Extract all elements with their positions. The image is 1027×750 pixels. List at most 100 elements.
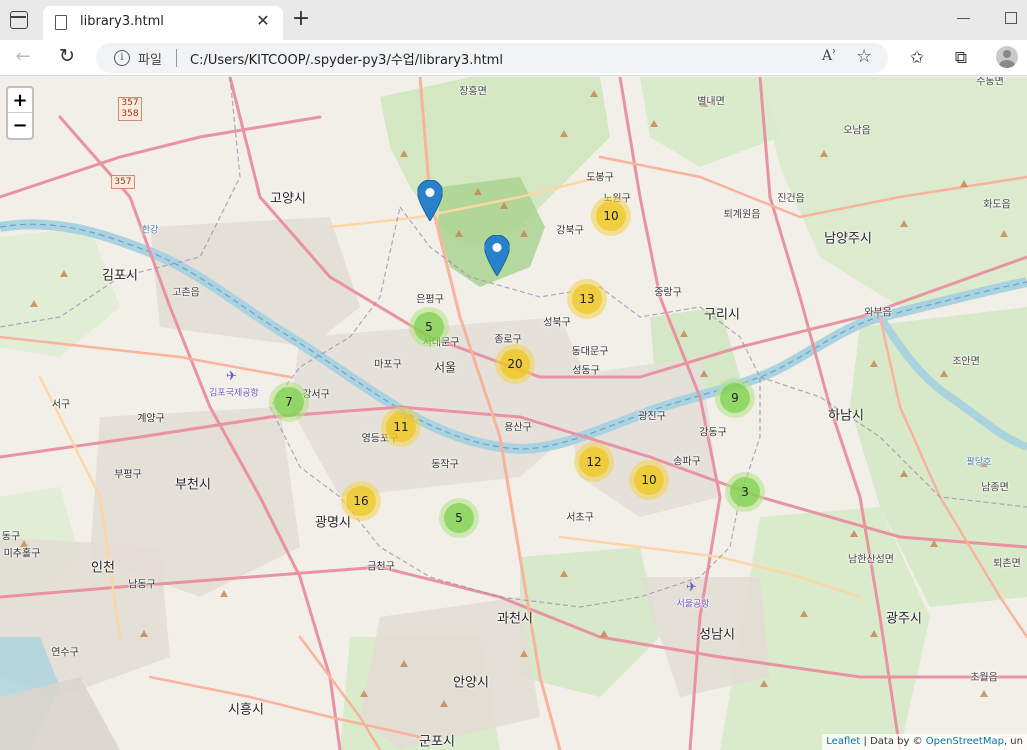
back-button[interactable]: ← — [12, 46, 34, 67]
place-label: 연수구 — [51, 647, 79, 659]
place-label: 마포구 — [374, 359, 402, 371]
place-label: 서초구 — [566, 512, 594, 524]
marker-cluster[interactable]: 3 — [725, 472, 765, 512]
favorites-icon[interactable]: ✩ — [906, 48, 928, 68]
place-label: 퇴촌면 — [993, 558, 1021, 570]
place-label: 성북구 — [543, 317, 571, 329]
place-label: 하남시 — [828, 408, 864, 424]
place-label: 과천시 — [497, 611, 533, 627]
place-label: 퇴계원읍 — [723, 209, 761, 221]
map-container[interactable]: 357 358 357 고양시 김포시 남양주시 구리시 하남시 부천시 광명시… — [0, 77, 1027, 750]
place-label: 남양주시 — [824, 231, 872, 247]
zoom-in-button[interactable]: + — [8, 88, 32, 113]
place-label: 남동구 — [128, 579, 156, 591]
marker-cluster[interactable]: 16 — [341, 481, 381, 521]
place-label: 별내면 — [697, 96, 725, 108]
place-label: 부평구 — [114, 469, 142, 481]
cluster-count: 12 — [579, 447, 609, 477]
cluster-count: 16 — [346, 486, 376, 516]
tab-strip: library3.html ✕ + — [0, 0, 1027, 40]
place-label: 계양구 — [137, 413, 165, 425]
place-label: 화도읍 — [983, 199, 1011, 211]
place-label: 도봉구 — [586, 172, 614, 184]
read-aloud-icon[interactable]: Aʾ — [822, 48, 836, 64]
place-label: 동작구 — [431, 459, 459, 471]
marker-cluster[interactable]: 10 — [591, 196, 631, 236]
collections-icon[interactable]: ⧉ — [950, 48, 972, 68]
route-number: 358 — [121, 109, 139, 119]
scheme-label: 파일 — [138, 53, 162, 68]
airport-icon: ✈ — [226, 369, 237, 384]
place-label: 수동면 — [976, 77, 1004, 88]
marker-cluster[interactable]: 5 — [409, 307, 449, 347]
file-icon — [55, 15, 67, 30]
address-bar[interactable]: i 파일 C:/Users/KITCOOP/.spyder-py3/수업/lib… — [96, 43, 888, 73]
add-favorite-icon[interactable]: ☆ — [856, 46, 872, 67]
marker-cluster[interactable]: 10 — [629, 460, 669, 500]
place-label: 서구 — [51, 399, 71, 411]
place-label: 구리시 — [704, 307, 740, 323]
place-label: 동구 — [1, 531, 21, 543]
place-label: 송파구 — [673, 456, 701, 468]
cluster-count: 11 — [386, 412, 416, 442]
route-number: 357 — [121, 98, 139, 108]
place-label: 성동구 — [572, 365, 600, 377]
cluster-count: 20 — [500, 349, 530, 379]
place-label: 중랑구 — [654, 287, 682, 299]
place-label: 와부읍 — [864, 307, 892, 319]
place-label: 광진구 — [638, 411, 666, 423]
profile-avatar[interactable] — [996, 46, 1018, 68]
attribution-text: | Data by © — [860, 736, 926, 747]
airport-icon: ✈ — [686, 580, 697, 595]
cluster-count: 3 — [730, 477, 760, 507]
place-label: 군포시 — [419, 734, 455, 750]
place-label: 서울 — [433, 360, 457, 375]
place-label: 미추홀구 — [3, 548, 41, 560]
map-marker-icon[interactable] — [417, 180, 443, 221]
place-label: 진건읍 — [777, 193, 805, 205]
place-label: 김포시 — [102, 268, 138, 284]
toolbar: ← ↻ i 파일 C:/Users/KITCOOP/.spyder-py3/수업… — [0, 40, 1027, 76]
place-label: 용산구 — [504, 422, 532, 434]
place-label: 강북구 — [556, 225, 584, 237]
cluster-count: 9 — [720, 383, 750, 413]
place-label: 안양시 — [453, 675, 489, 691]
maximize-window-button[interactable] — [1005, 12, 1017, 24]
place-label: 부천시 — [175, 477, 211, 493]
place-label: 은평구 — [416, 294, 444, 306]
url-text[interactable]: C:/Users/KITCOOP/.spyder-py3/수업/library3… — [190, 49, 503, 68]
marker-cluster[interactable]: 11 — [381, 407, 421, 447]
openstreetmap-link[interactable]: OpenStreetMap — [926, 736, 1004, 747]
place-label: 서울공항 — [676, 599, 710, 610]
place-label: 강동구 — [699, 427, 727, 439]
active-tab[interactable]: library3.html ✕ — [43, 6, 283, 40]
place-label: 초월읍 — [970, 672, 998, 684]
zoom-out-button[interactable]: − — [8, 113, 32, 138]
marker-cluster[interactable]: 20 — [495, 344, 535, 384]
leaflet-link[interactable]: Leaflet — [826, 736, 860, 747]
marker-cluster[interactable]: 5 — [439, 498, 479, 538]
new-tab-button[interactable]: + — [288, 6, 314, 31]
place-label: 금천구 — [367, 561, 395, 573]
close-tab-icon[interactable]: ✕ — [253, 11, 273, 30]
place-label: 성남시 — [699, 627, 735, 643]
marker-cluster[interactable]: 9 — [715, 378, 755, 418]
marker-cluster[interactable]: 12 — [574, 442, 614, 482]
reload-button[interactable]: ↻ — [56, 45, 78, 67]
tab-actions-icon[interactable] — [10, 11, 28, 29]
route-shield: 357 358 — [118, 97, 142, 121]
minimize-window-button[interactable] — [957, 18, 970, 19]
place-label: 팔당호 — [966, 457, 992, 468]
place-label: 조안면 — [952, 356, 980, 368]
map-attribution: Leaflet | Data by © OpenStreetMap, un — [822, 734, 1027, 750]
place-label: 오남읍 — [843, 125, 871, 137]
info-icon[interactable]: i — [114, 50, 130, 66]
place-label: 김포국제공항 — [209, 388, 259, 399]
cluster-count: 5 — [444, 503, 474, 533]
map-marker-icon[interactable] — [484, 235, 510, 276]
place-label: 시흥시 — [228, 702, 264, 718]
marker-cluster[interactable]: 13 — [567, 279, 607, 319]
place-label: 광주시 — [886, 611, 922, 627]
marker-cluster[interactable]: 7 — [269, 382, 309, 422]
place-label: 장흥면 — [459, 86, 487, 98]
